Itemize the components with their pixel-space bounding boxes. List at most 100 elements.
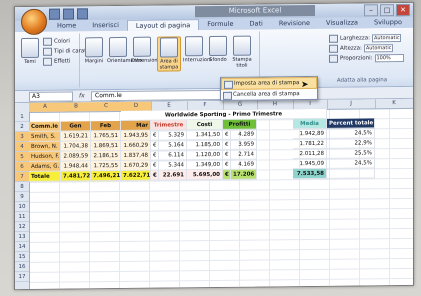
row-header-6[interactable]: 6 bbox=[15, 161, 29, 173]
row-header-3[interactable]: 3 bbox=[15, 131, 29, 143]
value-cell[interactable]: 1.943,95 bbox=[121, 130, 151, 141]
value-cell[interactable]: 1.781,22 bbox=[293, 138, 327, 150]
value-cell[interactable]: 2.186,15 bbox=[91, 150, 121, 162]
value-cell[interactable]: € bbox=[151, 140, 159, 151]
value-cell[interactable]: 5.164 bbox=[159, 140, 187, 151]
total-cell[interactable]: 5.695,00 bbox=[187, 169, 223, 181]
row-header-11[interactable]: 11 bbox=[15, 211, 29, 223]
column-header-g[interactable]: G bbox=[223, 100, 258, 110]
tab-layout-di-pagina[interactable]: Layout di pagina bbox=[126, 19, 200, 31]
print-area-button[interactable]: Area di stampa bbox=[157, 36, 181, 72]
tab-revisione[interactable]: Revisione bbox=[271, 18, 318, 29]
row-header-14[interactable]: 14 bbox=[15, 241, 29, 253]
row-header-5[interactable]: 5 bbox=[15, 151, 29, 163]
column-title[interactable]: Feb bbox=[91, 120, 121, 132]
column-header-b[interactable]: B bbox=[61, 102, 92, 112]
salesperson-cell[interactable]: Brown, N. bbox=[29, 141, 61, 152]
total-cell[interactable]: 7.622,71 bbox=[121, 170, 151, 181]
value-cell[interactable]: 1.948,44 bbox=[61, 161, 91, 172]
value-cell[interactable]: 2.089,59 bbox=[61, 151, 91, 162]
column-title[interactable]: Trimestre bbox=[151, 120, 187, 131]
column-title[interactable]: Profitti bbox=[223, 119, 257, 130]
value-cell[interactable]: 2.011,28 bbox=[293, 148, 327, 160]
column-header-d[interactable]: D bbox=[121, 101, 152, 111]
value-cell[interactable]: 4.169 bbox=[231, 159, 257, 170]
scale-input[interactable]: 100% bbox=[374, 54, 404, 63]
tab-formule[interactable]: Formule bbox=[199, 19, 241, 30]
row-header-8[interactable]: 8 bbox=[15, 181, 29, 193]
value-cell[interactable]: 22,9% bbox=[327, 138, 375, 149]
value-cell[interactable]: 1.725,55 bbox=[91, 160, 121, 172]
value-cell[interactable]: 25,5% bbox=[327, 148, 375, 159]
column-title[interactable]: Mar bbox=[121, 120, 151, 131]
name-box[interactable]: A3 bbox=[29, 91, 73, 102]
value-cell[interactable]: € bbox=[151, 150, 159, 161]
save-icon[interactable] bbox=[49, 8, 60, 20]
total-cell[interactable]: 17.206 bbox=[231, 169, 257, 180]
size-button[interactable]: Dimensioni bbox=[131, 36, 159, 64]
value-cell[interactable]: 1.120,00 bbox=[187, 149, 223, 161]
row-header-1[interactable]: 1 bbox=[15, 111, 29, 123]
value-cell[interactable]: 4.289 bbox=[231, 129, 257, 140]
value-cell[interactable]: 1.765,51 bbox=[91, 130, 121, 142]
undo-icon[interactable] bbox=[63, 8, 74, 20]
value-cell[interactable]: 1.869,51 bbox=[91, 140, 121, 152]
breaks-button[interactable]: Interruzioni bbox=[183, 36, 212, 63]
row-header-7[interactable]: 7 bbox=[15, 171, 29, 183]
value-cell[interactable]: 1.349,00 bbox=[187, 159, 223, 171]
value-cell[interactable]: 24,5% bbox=[327, 158, 375, 169]
total-cell[interactable]: 7.533,58 bbox=[293, 168, 327, 180]
value-cell[interactable]: 1.619,21 bbox=[61, 131, 91, 142]
value-cell[interactable]: 3.959 bbox=[231, 139, 257, 150]
row-header-17[interactable]: 17 bbox=[15, 271, 29, 283]
value-cell[interactable]: 1.837,48 bbox=[121, 150, 151, 161]
tab-sviluppo[interactable]: Sviluppo bbox=[366, 17, 410, 28]
salesperson-cell[interactable]: Hudson, F. bbox=[29, 151, 61, 162]
print-titles-button[interactable]: Stampa titoli bbox=[231, 35, 253, 69]
column-header-e[interactable]: E bbox=[151, 101, 188, 111]
value-cell[interactable]: 1.670,29 bbox=[121, 160, 151, 171]
effects-button[interactable]: Effetti bbox=[43, 57, 71, 66]
row-header-9[interactable]: 9 bbox=[15, 191, 29, 203]
minimize-button[interactable]: – bbox=[364, 4, 378, 17]
value-cell[interactable]: 1.341,50 bbox=[187, 129, 223, 141]
value-cell[interactable]: 2.714 bbox=[231, 149, 257, 160]
value-cell[interactable]: 1.945,09 bbox=[293, 158, 327, 170]
tab-home[interactable]: Home bbox=[49, 20, 84, 31]
value-cell[interactable]: 6.114 bbox=[159, 150, 187, 161]
column-title[interactable]: Costi bbox=[187, 119, 223, 131]
column-title[interactable]: Percent totale bbox=[327, 118, 375, 129]
value-cell[interactable]: 1.185,00 bbox=[187, 139, 223, 151]
row-header-10[interactable]: 10 bbox=[15, 201, 29, 213]
value-cell[interactable]: 1.704,38 bbox=[61, 141, 91, 152]
colors-button[interactable]: Colori bbox=[43, 37, 70, 46]
clear-print-area-item[interactable]: Cancella area di stampa bbox=[221, 89, 317, 100]
total-cell[interactable]: Totale bbox=[29, 171, 61, 182]
column-header-h[interactable]: H bbox=[257, 100, 294, 110]
total-cell[interactable] bbox=[327, 168, 375, 179]
maximize-button[interactable]: □ bbox=[380, 4, 394, 17]
function-icon[interactable]: fx bbox=[79, 91, 85, 100]
column-header-a[interactable]: A bbox=[29, 102, 62, 112]
row-header-13[interactable]: 13 bbox=[15, 231, 29, 243]
column-title[interactable]: Media bbox=[293, 118, 327, 130]
margins-button[interactable]: Margini bbox=[83, 37, 105, 64]
value-cell[interactable]: 5.344 bbox=[159, 160, 187, 171]
total-cell[interactable]: 22.691 bbox=[159, 170, 187, 181]
value-cell[interactable]: 5.329 bbox=[159, 130, 187, 141]
column-header-j[interactable]: J bbox=[327, 99, 376, 109]
width-select[interactable]: Automatic bbox=[371, 34, 401, 43]
salesperson-cell[interactable]: Smith, S. bbox=[29, 131, 61, 142]
background-button[interactable]: Sfondo bbox=[207, 35, 229, 63]
row-header-2[interactable]: 2 bbox=[15, 121, 29, 133]
tab-inserisci[interactable]: Inserisci bbox=[84, 20, 127, 31]
orientation-button[interactable]: Orientamento bbox=[107, 36, 142, 64]
column-header-i[interactable]: I bbox=[293, 99, 328, 110]
value-cell[interactable]: 1.942,89 bbox=[293, 128, 327, 140]
value-cell[interactable]: 24,5% bbox=[327, 128, 375, 139]
value-cell[interactable]: € bbox=[151, 130, 159, 141]
row-header-16[interactable]: 16 bbox=[15, 261, 29, 273]
total-cell[interactable]: 7.496,21 bbox=[91, 170, 121, 182]
value-cell[interactable]: € bbox=[223, 159, 231, 170]
height-select[interactable]: Automatic bbox=[363, 44, 393, 53]
